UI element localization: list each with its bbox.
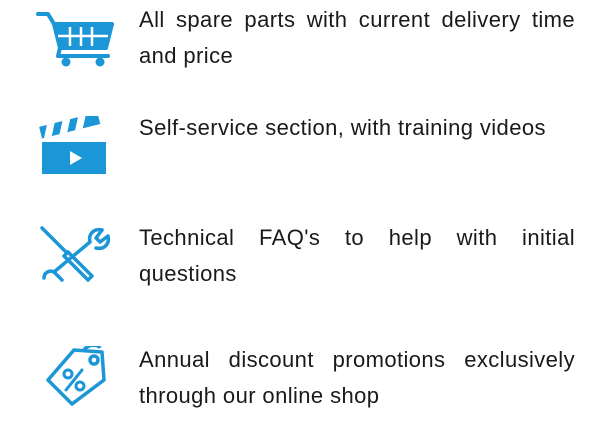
shopping-cart-icon	[36, 12, 114, 67]
feature-text: Self-service section, with training vide…	[139, 115, 546, 140]
feature-item-technical-faq: Technical FAQ's to help with initial que…	[0, 218, 594, 298]
feature-text: Annual discount promotions exclusively t…	[139, 347, 575, 408]
discount-tag-icon	[46, 346, 106, 406]
feature-item-self-service: Self-service section, with training vide…	[0, 108, 594, 188]
feature-item-spare-parts: All spare parts with current delivery ti…	[0, 0, 594, 80]
feature-text: All spare parts with current delivery ti…	[139, 7, 575, 68]
wrench-screwdriver-icon	[40, 226, 111, 282]
feature-item-discount: Annual discount promotions exclusively t…	[0, 334, 594, 414]
feature-text: Technical FAQ's to help with initial que…	[139, 225, 575, 286]
feature-list: All spare parts with current delivery ti…	[0, 0, 594, 428]
clapperboard-video-icon	[39, 116, 106, 174]
